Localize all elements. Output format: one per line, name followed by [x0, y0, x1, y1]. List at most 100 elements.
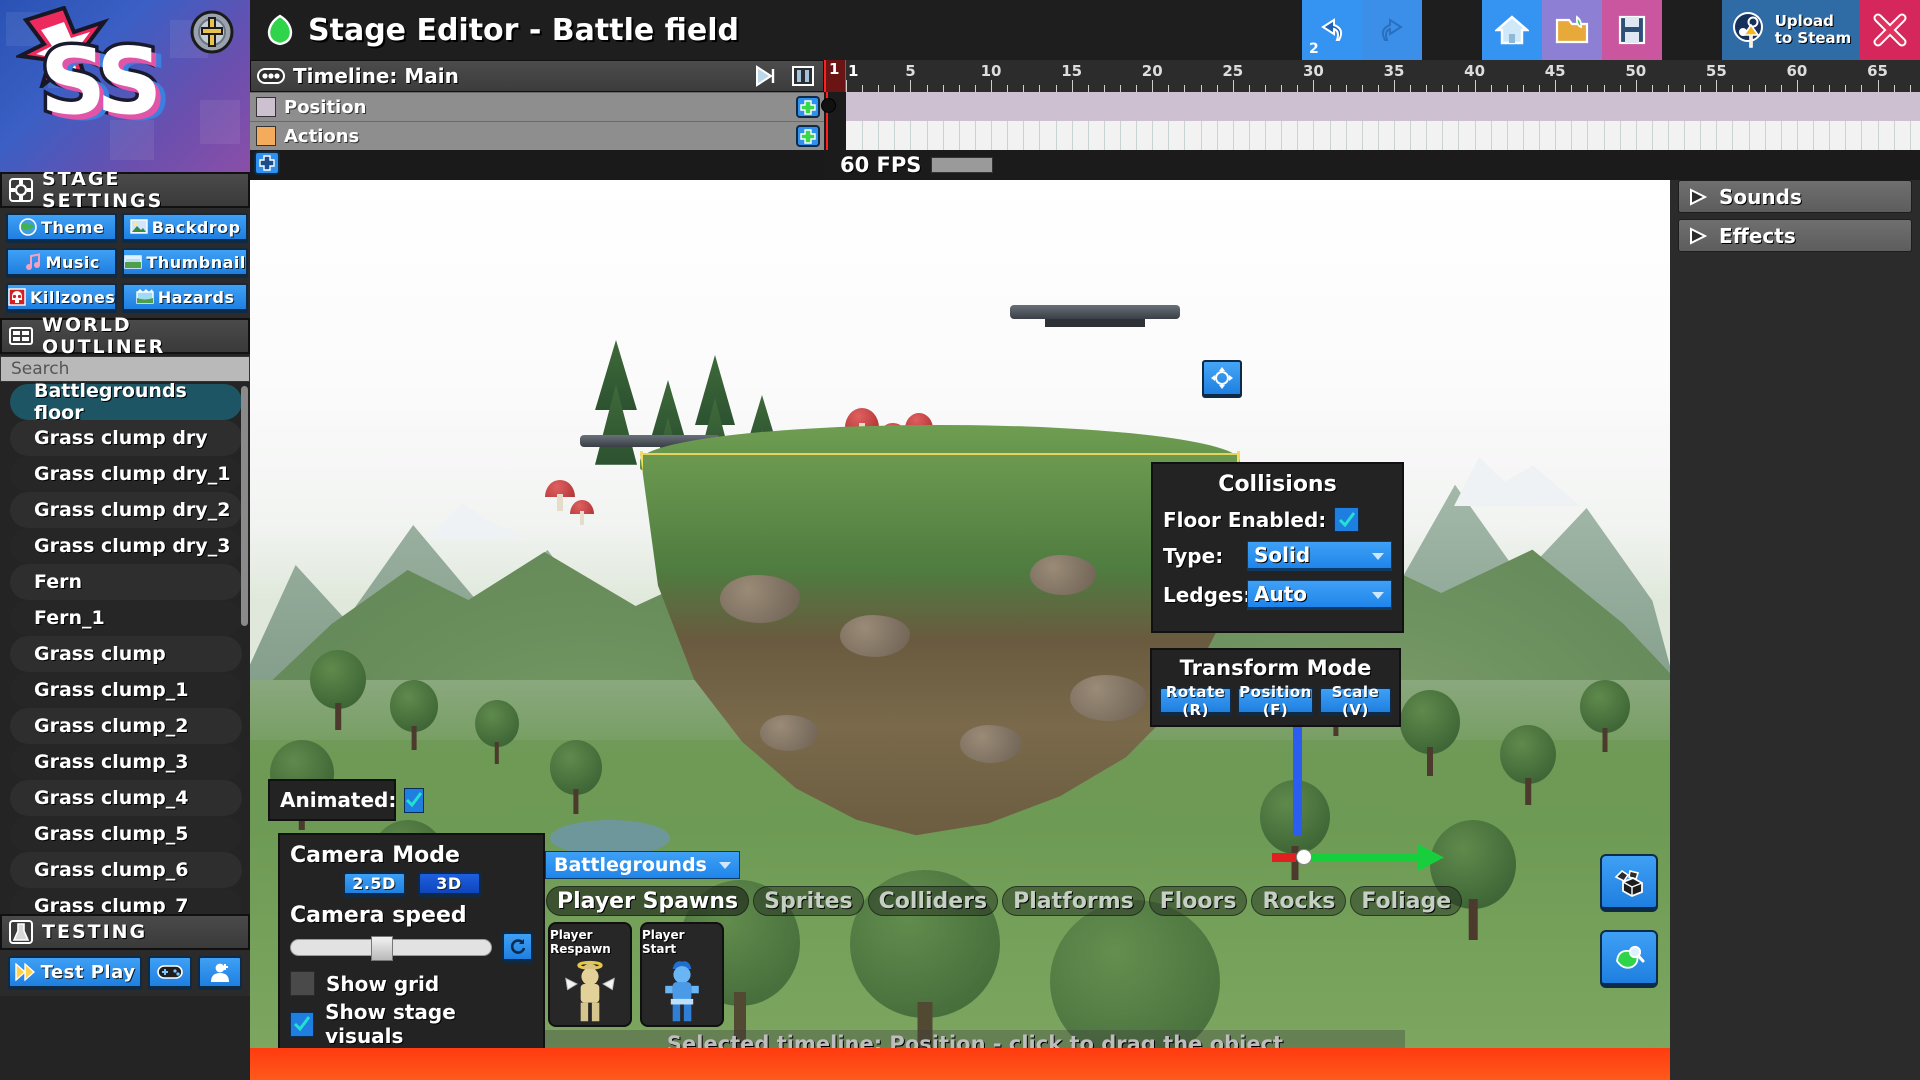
camera-mode-2-5d-button[interactable]: 2.5D — [342, 872, 406, 897]
rocks-cube-button[interactable] — [1600, 854, 1658, 912]
rotate-mode-button[interactable]: Rotate (R) — [1159, 683, 1233, 719]
outliner-item[interactable]: Grass clump dry_1 — [10, 456, 242, 492]
timeline-cell[interactable] — [1571, 121, 1573, 150]
timeline-cell[interactable] — [1635, 121, 1637, 150]
timeline-cell[interactable] — [1780, 121, 1782, 150]
timeline-cell[interactable] — [1829, 121, 1831, 150]
timeline-cell[interactable] — [1103, 121, 1105, 150]
timeline-cell[interactable] — [942, 121, 944, 150]
timeline-cell[interactable] — [1748, 121, 1750, 150]
upload-to-steam-button[interactable]: Upload to Steam — [1722, 0, 1860, 60]
timeline-ruler[interactable]: 1 5 10 15 20 25 30 35 40 45 50 55 60 65 — [824, 60, 1920, 92]
add-key-button[interactable] — [796, 96, 820, 118]
show-stage-visuals-row[interactable]: Show stage visuals — [290, 1000, 533, 1048]
slider-knob[interactable] — [371, 936, 393, 961]
timeline-track-actions[interactable]: Actions — [250, 121, 824, 150]
timeline-cell[interactable] — [1168, 121, 1170, 150]
timeline-cell[interactable] — [1297, 121, 1299, 150]
timeline-cell[interactable] — [1603, 121, 1605, 150]
timeline-cell[interactable] — [1071, 121, 1073, 150]
keyframe-marker[interactable] — [821, 98, 836, 113]
timeline-cell[interactable] — [1716, 121, 1718, 150]
tab-sprites[interactable]: Sprites — [753, 886, 864, 916]
tab-platforms[interactable]: Platforms — [1002, 886, 1145, 916]
close-button[interactable] — [1860, 0, 1920, 60]
outliner-item[interactable]: Grass clump — [10, 636, 242, 672]
animation-content-item-sounds[interactable]: Sounds — [1678, 180, 1912, 213]
outliner-item[interactable]: Grass clump_4 — [10, 780, 242, 816]
timeline-cell[interactable] — [926, 121, 928, 150]
outliner-search-input[interactable]: Search — [0, 356, 250, 382]
ledges-select[interactable]: Auto — [1247, 580, 1392, 610]
theme-button[interactable]: Theme — [6, 213, 118, 243]
music-button[interactable]: Music — [6, 248, 118, 278]
timeline-cell[interactable] — [1651, 121, 1653, 150]
timeline-cell[interactable] — [1555, 121, 1557, 150]
timeline-cell[interactable] — [1845, 121, 1847, 150]
timeline-cell[interactable] — [1377, 121, 1379, 150]
timeline-cell[interactable] — [1087, 121, 1089, 150]
tab-foliage[interactable]: Foliage — [1350, 886, 1463, 916]
timeline-cell[interactable] — [910, 121, 912, 150]
redo-button[interactable] — [1362, 0, 1422, 60]
outliner-scrollbar[interactable] — [241, 386, 248, 626]
timeline-cell[interactable] — [974, 121, 976, 150]
world-outliner-list[interactable]: Battlegrounds floor Grass clump dry Gras… — [0, 382, 250, 914]
library-item-player-start[interactable]: Player Start — [640, 922, 724, 1027]
open-project-button[interactable] — [1542, 0, 1602, 60]
home-button[interactable] — [1482, 0, 1542, 60]
timeline-cell[interactable] — [1023, 121, 1025, 150]
undo-button[interactable]: 2 — [1302, 0, 1362, 60]
timeline-cell[interactable] — [1458, 121, 1460, 150]
timeline-cell[interactable] — [894, 121, 896, 150]
timeline-cell[interactable] — [1345, 121, 1347, 150]
timeline-cell[interactable] — [1248, 121, 1250, 150]
gear-icon[interactable] — [188, 8, 236, 56]
animation-content-item-effects[interactable]: Effects — [1678, 219, 1912, 252]
outliner-item[interactable]: Grass clump_2 — [10, 708, 242, 744]
show-stage-visuals-checkbox[interactable] — [290, 1011, 315, 1037]
timeline-cell[interactable] — [1732, 121, 1734, 150]
timeline-cell[interactable] — [1490, 121, 1492, 150]
timeline-cell[interactable] — [1426, 121, 1428, 150]
tab-floors[interactable]: Floors — [1148, 886, 1248, 916]
show-grid-row[interactable]: Show grid — [290, 971, 533, 996]
timeline-cell[interactable] — [1813, 121, 1815, 150]
battlegrounds-floor-object[interactable] — [640, 425, 1240, 845]
animated-checkbox[interactable] — [404, 787, 425, 813]
timeline-cell[interactable] — [1200, 121, 1202, 150]
gamepad-button[interactable] — [148, 956, 192, 990]
stage-magnify-button[interactable] — [1600, 930, 1658, 988]
timeline-cell[interactable] — [1764, 121, 1766, 150]
timeline-cell[interactable] — [1281, 121, 1283, 150]
tab-rocks[interactable]: Rocks — [1251, 886, 1347, 916]
save-button[interactable] — [1602, 0, 1662, 60]
floor-enabled-checkbox[interactable] — [1334, 507, 1360, 532]
gizmo-center[interactable] — [1296, 849, 1312, 865]
timeline-cell[interactable] — [1039, 121, 1041, 150]
scale-mode-button[interactable]: Scale (V) — [1318, 683, 1393, 719]
add-key-button[interactable] — [796, 125, 820, 147]
outliner-item[interactable]: Grass clump_6 — [10, 852, 242, 888]
timeline-cell[interactable] — [1700, 121, 1702, 150]
timeline-cell[interactable] — [991, 121, 993, 150]
timeline-cell[interactable] — [1184, 121, 1186, 150]
timeline-cell[interactable] — [1587, 121, 1589, 150]
timeline-cell[interactable] — [1120, 121, 1121, 150]
timeline-cell[interactable] — [1861, 121, 1863, 150]
timeline-cell[interactable] — [1668, 121, 1669, 150]
timeline-cell[interactable] — [1136, 121, 1138, 150]
outliner-item[interactable]: Fern_1 — [10, 600, 242, 636]
timeline-cell[interactable] — [1216, 121, 1218, 150]
outliner-item[interactable]: Fern — [10, 564, 242, 600]
outliner-item[interactable]: Grass clump_5 — [10, 816, 242, 852]
outliner-item[interactable]: Grass clump_7 — [10, 888, 242, 914]
library-category-select[interactable]: Battlegrounds — [545, 851, 740, 879]
killzones-button[interactable]: Killzones — [6, 283, 118, 313]
playhead[interactable]: 1 — [824, 60, 846, 92]
timeline-cell[interactable] — [862, 121, 864, 150]
outliner-item[interactable]: Grass clump_1 — [10, 672, 242, 708]
timeline-cell[interactable] — [1313, 121, 1315, 150]
outliner-item[interactable]: Battlegrounds floor — [10, 382, 242, 424]
timeline-cell[interactable] — [1007, 121, 1009, 150]
